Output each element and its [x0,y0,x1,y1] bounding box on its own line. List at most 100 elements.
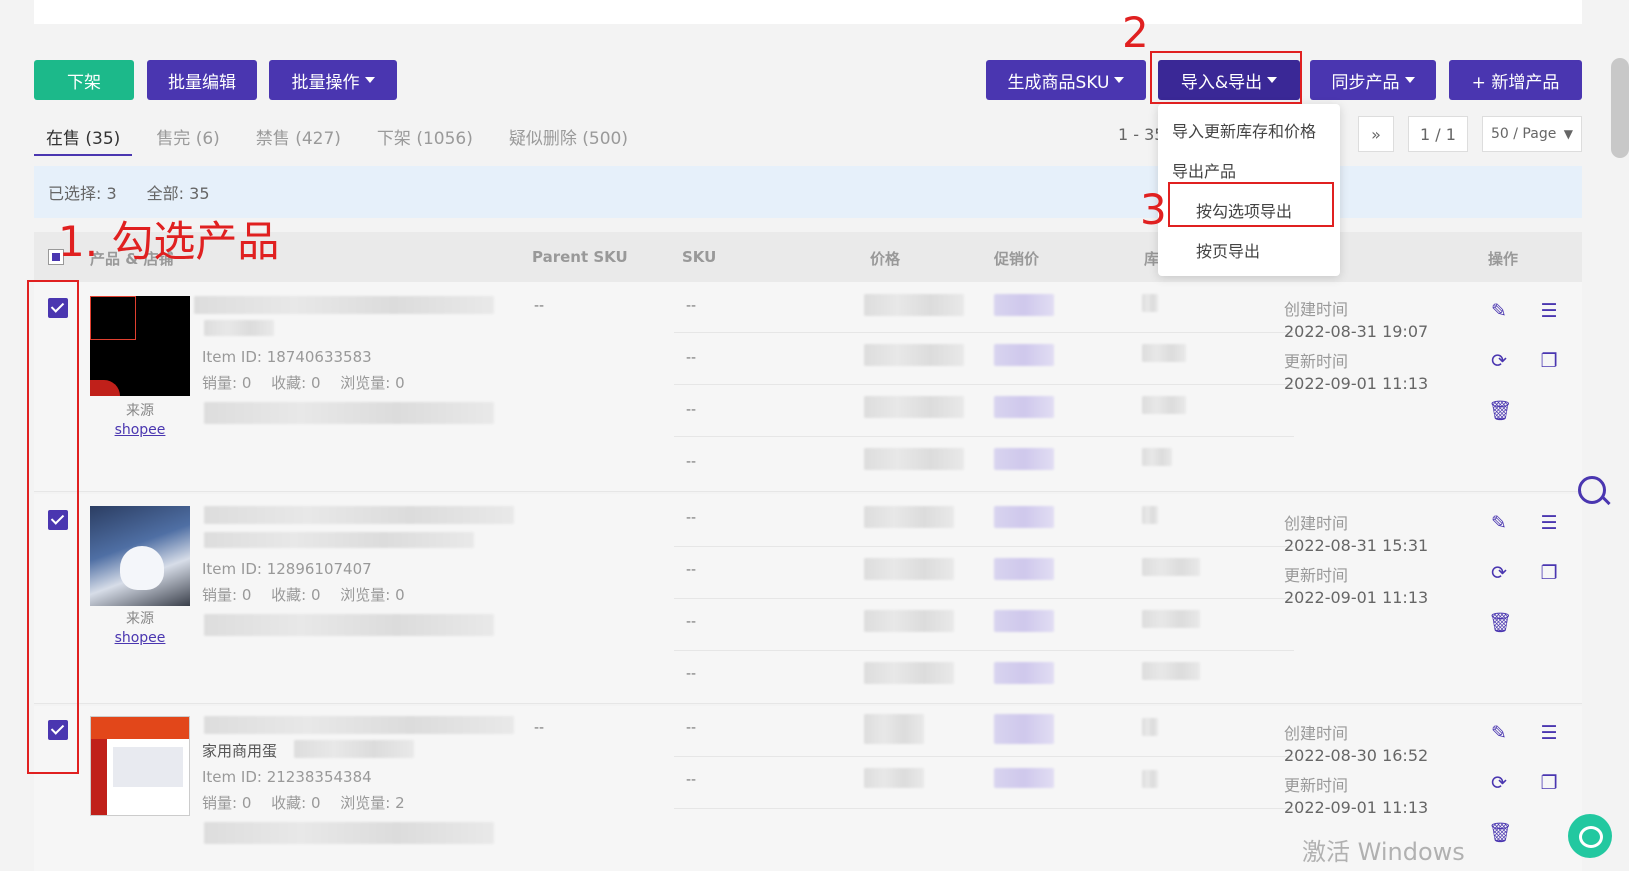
blurred-title [204,320,274,336]
row-divider [674,546,1294,547]
table-row: 来源 shopee Item ID: 18740633583 销量: 0 收藏:… [34,282,1582,492]
refresh-icon[interactable]: ⟳ [1488,562,1510,584]
blurred-stock [1142,396,1186,414]
item-stats: 销量: 0 收藏: 0 浏览量: 0 [202,586,405,604]
sku-value: -- [686,720,697,736]
source-label: 来源 [126,403,154,419]
chat-icon[interactable] [1568,814,1612,858]
updated-time: 2022-09-01 11:13 [1284,374,1429,393]
thumbnail-detail [91,717,189,739]
row-divider [674,650,1294,651]
updated-label: 更新时间 [1284,776,1349,795]
row-divider [674,332,1294,333]
next-page-icon[interactable]: » [1358,116,1394,152]
unlist-button[interactable]: 下架 [34,60,134,100]
sync-products-button[interactable]: 同步产品 [1310,60,1436,100]
status-tabs: 在售 (35) 售完 (6) 禁售 (427) 下架 (1056) 疑似删除 (… [34,112,652,158]
source-label: 来源 [126,611,154,627]
thumbnail-detail [90,380,120,396]
parent-sku-value: -- [534,298,545,314]
tab-banned[interactable]: 禁售 (427) [244,112,353,158]
annotation-export-box [1168,182,1334,227]
blurred-price [864,396,964,418]
generate-sku-button[interactable]: 生成商品SKU [986,60,1146,100]
bulk-ops-button[interactable]: 批量操作 [269,60,397,100]
sku-value: -- [686,350,697,366]
edit-icon[interactable]: ✎ [1488,512,1510,534]
tab-sold-out[interactable]: 售完 (6) [144,112,231,158]
blurred-stock [1142,718,1158,736]
item-stats: 销量: 0 收藏: 0 浏览量: 2 [202,794,405,812]
sku-value: -- [686,562,697,578]
page-input[interactable]: 1 / 1 [1408,116,1468,152]
product-thumbnail[interactable] [90,296,190,396]
blurred-stock [1142,558,1200,576]
blurred-promo [994,768,1054,788]
blurred-price [864,610,954,632]
blurred-promo [994,396,1054,418]
blurred-promo [994,558,1054,580]
menu-item-export-page[interactable]: 按页导出 [1196,238,1260,262]
sku-value: -- [686,772,697,788]
created-time: 2022-08-31 19:07 [1284,322,1429,341]
blurred-title [294,740,414,758]
product-thumbnail[interactable] [90,506,190,606]
edit-icon[interactable]: ✎ [1488,722,1510,744]
item-id: Item ID: 21238354384 [202,768,372,786]
blurred-price [864,294,964,316]
source-link[interactable]: shopee [90,422,190,438]
thumbnail-detail [120,546,164,590]
copy-icon[interactable]: ❐ [1538,772,1560,794]
col-ops: 操作 [1488,250,1519,268]
updated-label: 更新时间 [1284,352,1349,371]
sku-value: -- [686,510,697,526]
per-page-select[interactable]: 50 / Page ▼ [1482,116,1582,152]
bulk-ops-label: 批量操作 [291,72,360,93]
row-divider [674,756,1294,757]
sort-list-icon[interactable]: ☰ [1538,300,1560,322]
refresh-icon[interactable]: ⟳ [1488,772,1510,794]
source-link[interactable]: shopee [90,630,190,646]
tab-suspected-deleted[interactable]: 疑似删除 (500) [497,112,640,158]
blurred-stock [1142,610,1200,628]
refresh-icon[interactable]: ⟳ [1488,350,1510,372]
edit-icon[interactable]: ✎ [1488,300,1510,322]
blurred-promo [994,506,1054,528]
copy-icon[interactable]: ❐ [1538,350,1560,372]
blurred-title [204,532,474,548]
updated-time: 2022-09-01 11:13 [1284,798,1429,817]
blurred-title [204,506,514,524]
sort-list-icon[interactable]: ☰ [1538,722,1560,744]
search-icon[interactable] [1578,476,1606,504]
product-thumbnail[interactable] [90,716,190,816]
trash-icon[interactable]: 🗑 [1488,822,1512,844]
blurred-price [864,768,924,788]
trash-icon[interactable]: 🗑 [1488,400,1512,422]
blurred-shop [204,614,494,636]
updated-label: 更新时间 [1284,566,1349,585]
sort-list-icon[interactable]: ☰ [1538,512,1560,534]
blurred-promo [994,448,1054,470]
menu-item-import-update[interactable]: 导入更新库存和价格 [1172,118,1316,142]
blurred-price [864,344,964,366]
thumbnail-detail [90,296,136,340]
blurred-shop [204,402,494,424]
tab-on-sale[interactable]: 在售 (35) [34,112,133,158]
bulk-edit-button[interactable]: 批量编辑 [147,60,257,100]
copy-icon[interactable]: ❐ [1538,562,1560,584]
scrollbar[interactable] [1611,58,1629,158]
chevron-down-icon: ▼ [1563,127,1573,141]
caret-down-icon [1404,77,1415,83]
blurred-price [864,558,954,580]
annotation-step2: 2 [1122,8,1149,57]
selected-count: 已选择: 3 [48,184,117,203]
row-divider [674,384,1294,385]
blurred-stock [1142,294,1158,312]
blurred-promo [994,610,1054,632]
trash-icon[interactable]: 🗑 [1488,612,1512,634]
row-divider [674,436,1294,437]
tab-unlisted[interactable]: 下架 (1056) [365,112,485,158]
sku-value: -- [686,614,697,630]
add-product-button[interactable]: + 新增产品 [1449,60,1582,100]
windows-watermark: 激活 Windows [1302,838,1465,866]
